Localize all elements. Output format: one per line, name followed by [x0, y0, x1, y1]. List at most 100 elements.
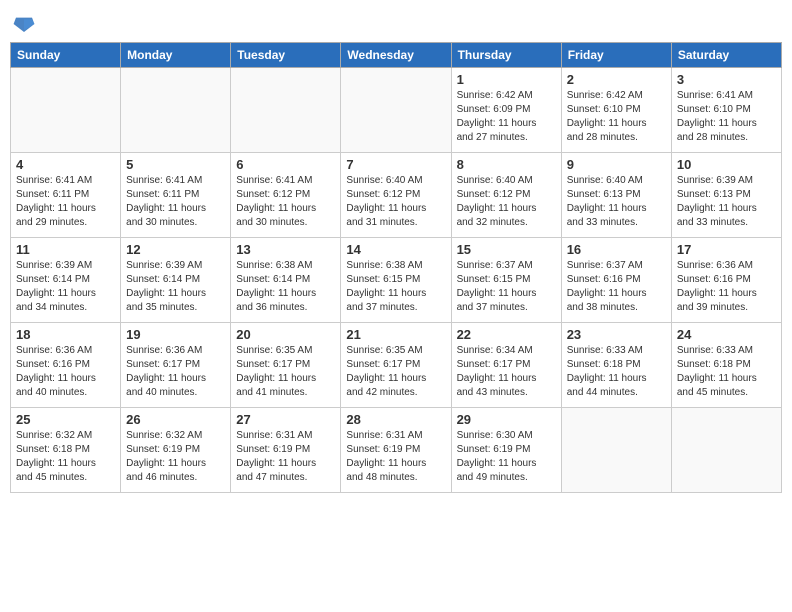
calendar-cell: 9 Sunrise: 6:40 AM Sunset: 6:13 PM Daylig… — [561, 153, 671, 238]
day-info: Sunrise: 6:42 AM Sunset: 6:09 PM Dayligh… — [457, 89, 556, 145]
calendar-cell: 14Sunrise: 6:38 AM Sunset: 6:15 PM Dayli… — [341, 238, 451, 323]
day-number: 6 — [236, 157, 335, 172]
calendar-cell: 19 Sunrise: 6:36 AM Sunset: 6:17 PM Dayli… — [121, 323, 231, 408]
day-number: 3 — [677, 72, 776, 87]
day-info: Sunrise: 6:32 AM Sunset: 6:19 PM Dayligh… — [126, 429, 225, 485]
calendar-week-5: 25 Sunrise: 6:32 AM Sunset: 6:18 PM Dayli… — [11, 408, 782, 493]
calendar-cell — [11, 68, 121, 153]
calendar-cell: 12 Sunrise: 6:39 AM Sunset: 6:14 PM Dayli… — [121, 238, 231, 323]
calendar-cell: 22 Sunrise: 6:34 AM Sunset: 6:17 PM Dayli… — [451, 323, 561, 408]
day-info: Sunrise: 6:40 AM Sunset: 6:12 PM Dayligh… — [346, 174, 445, 230]
calendar-cell: 18 Sunrise: 6:36 AM Sunset: 6:16 PM Dayli… — [11, 323, 121, 408]
day-number: 28 — [346, 412, 445, 427]
calendar-table: SundayMondayTuesdayWednesdayThursdayFrid… — [10, 42, 782, 493]
calendar-cell: 11 Sunrise: 6:39 AM Sunset: 6:14 PM Dayli… — [11, 238, 121, 323]
day-info: Sunrise: 6:32 AM Sunset: 6:18 PM Dayligh… — [16, 429, 115, 485]
calendar-cell — [561, 408, 671, 493]
day-number: 21 — [346, 327, 445, 342]
calendar-cell: 3 Sunrise: 6:41 AM Sunset: 6:10 PM Daylig… — [671, 68, 781, 153]
calendar-cell: 21 Sunrise: 6:35 AM Sunset: 6:17 PM Dayli… — [341, 323, 451, 408]
day-info: Sunrise: 6:33 AM Sunset: 6:18 PM Dayligh… — [677, 344, 776, 400]
day-number: 17 — [677, 242, 776, 257]
calendar-week-4: 18 Sunrise: 6:36 AM Sunset: 6:16 PM Dayli… — [11, 323, 782, 408]
day-number: 23 — [567, 327, 666, 342]
day-number: 14 — [346, 242, 445, 257]
calendar-cell — [231, 68, 341, 153]
calendar-cell: 7 Sunrise: 6:40 AM Sunset: 6:12 PM Daylig… — [341, 153, 451, 238]
day-number: 8 — [457, 157, 556, 172]
day-number: 22 — [457, 327, 556, 342]
day-number: 26 — [126, 412, 225, 427]
calendar-cell: 28 Sunrise: 6:31 AM Sunset: 6:19 PM Dayli… — [341, 408, 451, 493]
logo — [10, 14, 40, 34]
day-number: 2 — [567, 72, 666, 87]
day-info: Sunrise: 6:40 AM Sunset: 6:12 PM Dayligh… — [457, 174, 556, 230]
day-number: 15 — [457, 242, 556, 257]
day-info: Sunrise: 6:35 AM Sunset: 6:17 PM Dayligh… — [346, 344, 445, 400]
day-number: 16 — [567, 242, 666, 257]
day-info: Sunrise: 6:31 AM Sunset: 6:19 PM Dayligh… — [346, 429, 445, 485]
page-header — [10, 10, 782, 34]
day-number: 13 — [236, 242, 335, 257]
calendar-week-3: 11 Sunrise: 6:39 AM Sunset: 6:14 PM Dayli… — [11, 238, 782, 323]
weekday-header-wednesday: Wednesday — [341, 43, 451, 68]
weekday-header-friday: Friday — [561, 43, 671, 68]
day-number: 25 — [16, 412, 115, 427]
calendar-cell: 24 Sunrise: 6:33 AM Sunset: 6:18 PM Dayli… — [671, 323, 781, 408]
day-info: Sunrise: 6:31 AM Sunset: 6:19 PM Dayligh… — [236, 429, 335, 485]
day-info: Sunrise: 6:36 AM Sunset: 6:17 PM Dayligh… — [126, 344, 225, 400]
day-info: Sunrise: 6:39 AM Sunset: 6:14 PM Dayligh… — [126, 259, 225, 315]
day-number: 4 — [16, 157, 115, 172]
weekday-header-row: SundayMondayTuesdayWednesdayThursdayFrid… — [11, 43, 782, 68]
calendar-cell: 8 Sunrise: 6:40 AM Sunset: 6:12 PM Daylig… — [451, 153, 561, 238]
calendar-cell — [121, 68, 231, 153]
calendar-cell: 1Sunrise: 6:42 AM Sunset: 6:09 PM Daylig… — [451, 68, 561, 153]
day-number: 11 — [16, 242, 115, 257]
calendar-cell: 15 Sunrise: 6:37 AM Sunset: 6:15 PM Dayli… — [451, 238, 561, 323]
weekday-header-saturday: Saturday — [671, 43, 781, 68]
day-number: 27 — [236, 412, 335, 427]
day-info: Sunrise: 6:40 AM Sunset: 6:13 PM Dayligh… — [567, 174, 666, 230]
day-info: Sunrise: 6:36 AM Sunset: 6:16 PM Dayligh… — [677, 259, 776, 315]
calendar-week-2: 4 Sunrise: 6:41 AM Sunset: 6:11 PM Daylig… — [11, 153, 782, 238]
calendar-cell: 13 Sunrise: 6:38 AM Sunset: 6:14 PM Dayli… — [231, 238, 341, 323]
day-number: 7 — [346, 157, 445, 172]
day-number: 24 — [677, 327, 776, 342]
day-number: 18 — [16, 327, 115, 342]
weekday-header-monday: Monday — [121, 43, 231, 68]
calendar-cell: 6 Sunrise: 6:41 AM Sunset: 6:12 PM Daylig… — [231, 153, 341, 238]
day-info: Sunrise: 6:41 AM Sunset: 6:12 PM Dayligh… — [236, 174, 335, 230]
day-info: Sunrise: 6:34 AM Sunset: 6:17 PM Dayligh… — [457, 344, 556, 400]
day-number: 19 — [126, 327, 225, 342]
day-info: Sunrise: 6:37 AM Sunset: 6:15 PM Dayligh… — [457, 259, 556, 315]
day-number: 10 — [677, 157, 776, 172]
calendar-cell: 16 Sunrise: 6:37 AM Sunset: 6:16 PM Dayli… — [561, 238, 671, 323]
weekday-header-thursday: Thursday — [451, 43, 561, 68]
day-number: 12 — [126, 242, 225, 257]
day-info: Sunrise: 6:39 AM Sunset: 6:14 PM Dayligh… — [16, 259, 115, 315]
calendar-cell: 29 Sunrise: 6:30 AM Sunset: 6:19 PM Dayli… — [451, 408, 561, 493]
calendar-cell: 2Sunrise: 6:42 AM Sunset: 6:10 PM Daylig… — [561, 68, 671, 153]
day-number: 29 — [457, 412, 556, 427]
calendar-cell — [341, 68, 451, 153]
calendar-cell: 17 Sunrise: 6:36 AM Sunset: 6:16 PM Dayli… — [671, 238, 781, 323]
weekday-header-sunday: Sunday — [11, 43, 121, 68]
day-number: 5 — [126, 157, 225, 172]
day-info: Sunrise: 6:35 AM Sunset: 6:17 PM Dayligh… — [236, 344, 335, 400]
weekday-header-tuesday: Tuesday — [231, 43, 341, 68]
calendar-cell: 5 Sunrise: 6:41 AM Sunset: 6:11 PM Daylig… — [121, 153, 231, 238]
day-info: Sunrise: 6:36 AM Sunset: 6:16 PM Dayligh… — [16, 344, 115, 400]
calendar-cell: 27 Sunrise: 6:31 AM Sunset: 6:19 PM Dayli… — [231, 408, 341, 493]
calendar-week-1: 1Sunrise: 6:42 AM Sunset: 6:09 PM Daylig… — [11, 68, 782, 153]
day-number: 20 — [236, 327, 335, 342]
calendar-cell: 23 Sunrise: 6:33 AM Sunset: 6:18 PM Dayli… — [561, 323, 671, 408]
day-info: Sunrise: 6:33 AM Sunset: 6:18 PM Dayligh… — [567, 344, 666, 400]
day-info: Sunrise: 6:41 AM Sunset: 6:11 PM Dayligh… — [126, 174, 225, 230]
day-info: Sunrise: 6:38 AM Sunset: 6:14 PM Dayligh… — [236, 259, 335, 315]
day-info: Sunrise: 6:30 AM Sunset: 6:19 PM Dayligh… — [457, 429, 556, 485]
calendar-cell: 20 Sunrise: 6:35 AM Sunset: 6:17 PM Dayli… — [231, 323, 341, 408]
day-info: Sunrise: 6:41 AM Sunset: 6:10 PM Dayligh… — [677, 89, 776, 145]
day-number: 9 — [567, 157, 666, 172]
logo-icon — [12, 14, 36, 34]
day-info: Sunrise: 6:37 AM Sunset: 6:16 PM Dayligh… — [567, 259, 666, 315]
